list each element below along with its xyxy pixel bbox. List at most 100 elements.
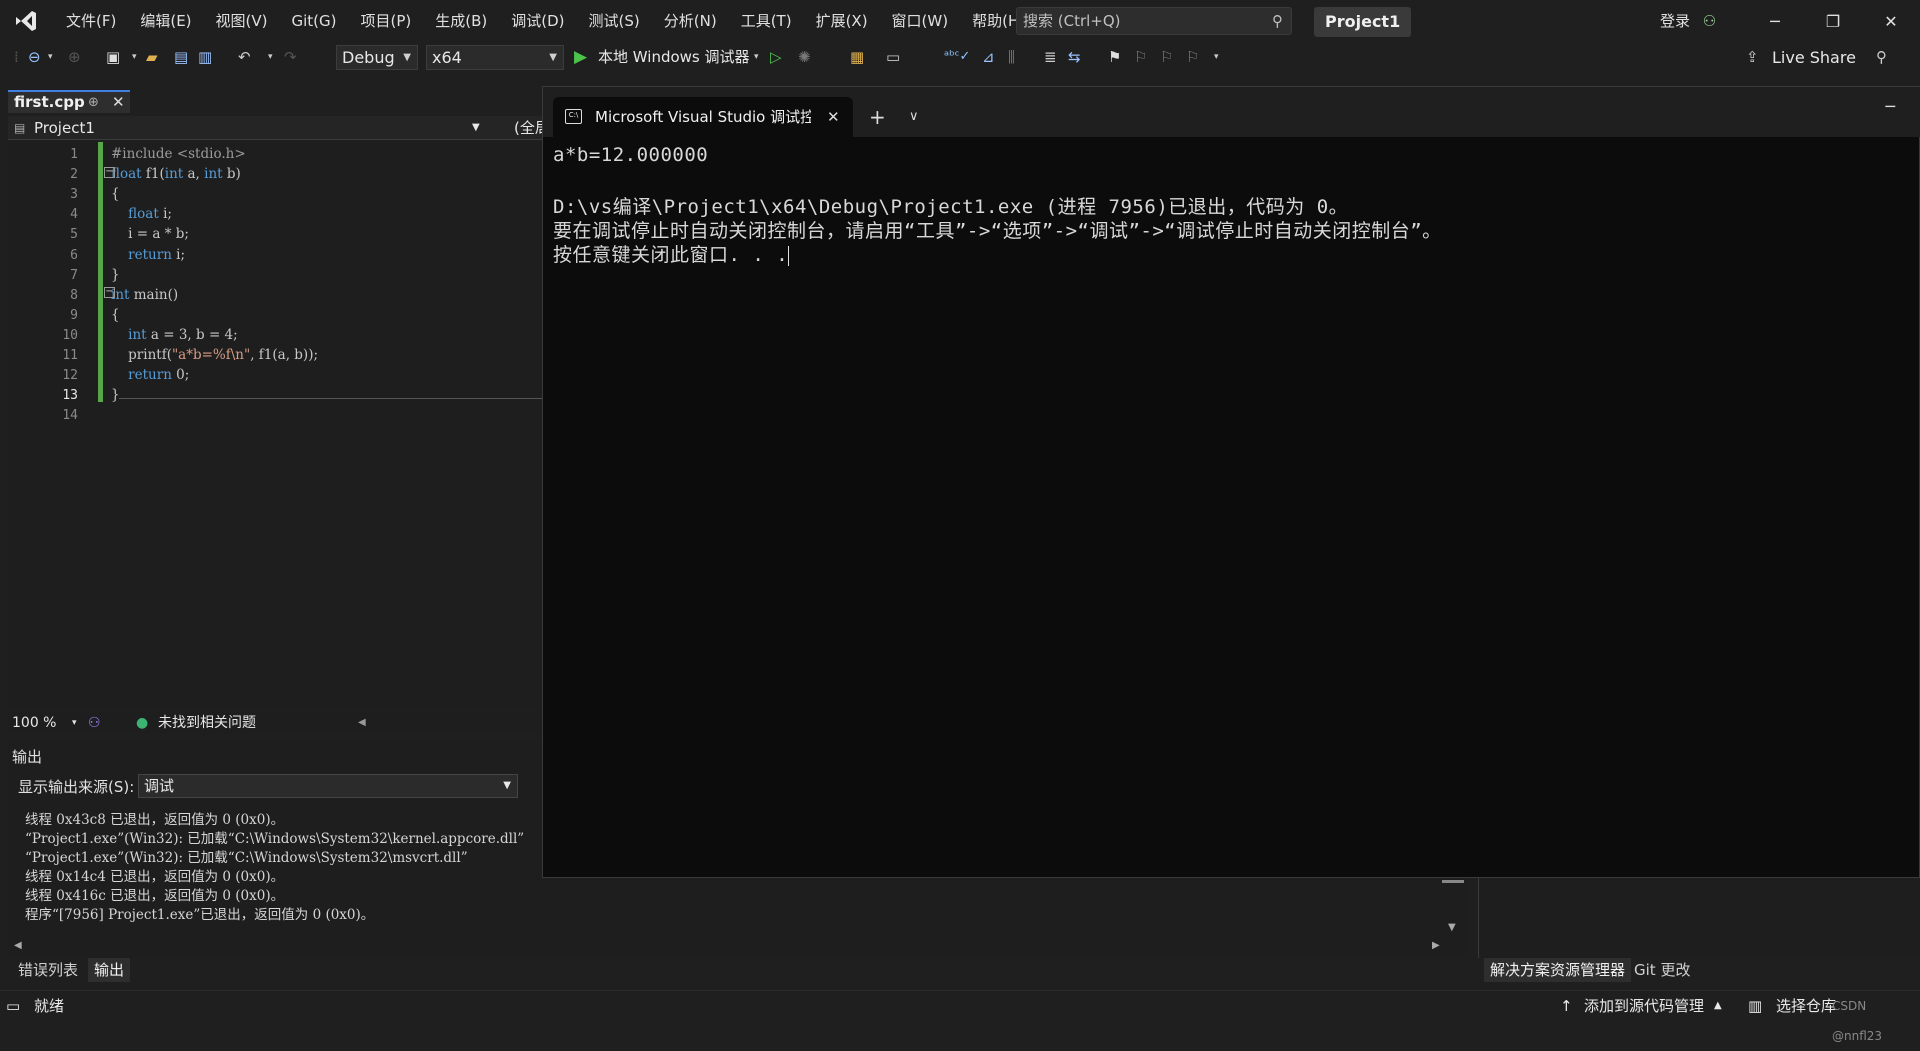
spellcheck-icon[interactable]: ᵃᵇᶜ✓ xyxy=(944,46,970,68)
scroll-left-icon[interactable]: ◀ xyxy=(358,712,366,734)
close-window-button[interactable]: ✕ xyxy=(1862,0,1920,42)
menu-item[interactable]: 生成(B) xyxy=(423,0,499,42)
tab-output[interactable]: 输出 xyxy=(88,958,131,982)
bookmark-icon[interactable]: ⚑ xyxy=(1108,46,1121,68)
run-debugger-button[interactable]: 本地 Windows 调试器 xyxy=(598,45,750,70)
fold-main-icon[interactable]: − xyxy=(104,287,115,298)
console-tab[interactable]: C:\ Microsoft Visual Studio 调试控制台 ✕ xyxy=(553,97,853,137)
hot-reload-icon[interactable]: ✺ xyxy=(798,46,811,68)
back-icon[interactable]: ⊖ xyxy=(28,46,41,68)
code-line[interactable]: float i; xyxy=(111,206,172,222)
vscroll-thumb[interactable] xyxy=(1442,880,1464,883)
hscroll-right-icon[interactable]: ▶ xyxy=(1432,940,1440,951)
code-editor[interactable]: 1 2 3 4 5 6 7 8 9 10 11 12 13 14 xyxy=(8,142,542,710)
zoom-select[interactable]: 100 % xyxy=(12,712,56,734)
scroll-down-icon[interactable]: ▼ xyxy=(1448,922,1456,933)
account-icon[interactable]: ⚇ xyxy=(1703,12,1716,30)
close-tab-icon[interactable]: ✕ xyxy=(112,92,125,113)
align-icon[interactable]: ⫼ xyxy=(1008,46,1015,68)
code-line[interactable]: int main() xyxy=(111,287,178,303)
feedback-icon[interactable]: ⚲ xyxy=(1876,46,1887,68)
bookmark-next-icon[interactable]: ⚐ xyxy=(1160,46,1173,68)
code-line[interactable]: printf("a*b=%f\n", f1(a, b)); xyxy=(111,347,318,363)
upload-icon[interactable]: ↑ xyxy=(1560,991,1573,1021)
toolbar-overflow-icon[interactable]: ▾ xyxy=(1214,46,1219,68)
select-repository[interactable]: 选择仓库 xyxy=(1776,991,1836,1021)
code-line[interactable]: #include <stdio.h> xyxy=(111,146,246,162)
console-minimize-button[interactable]: ─ xyxy=(1885,97,1895,116)
login-button[interactable]: 登录 ⚇ xyxy=(1660,0,1716,42)
tab-solution-explorer[interactable]: 解决方案资源管理器 xyxy=(1484,958,1632,982)
menu-item[interactable]: 项目(P) xyxy=(349,0,424,42)
menu-item[interactable]: Git(G) xyxy=(280,0,349,42)
bookmark-prev-icon[interactable]: ⚐ xyxy=(1134,46,1147,68)
platform-select[interactable]: x64 ▼ xyxy=(426,45,564,70)
repo-icon[interactable]: ▥ xyxy=(1748,991,1762,1021)
start-without-debug-icon[interactable]: ▷ xyxy=(770,46,782,68)
open-folder-icon[interactable]: ▰ xyxy=(146,46,158,68)
hscroll-left-icon[interactable]: ◀ xyxy=(14,940,22,951)
new-tab-icon[interactable]: + xyxy=(869,97,886,137)
live-share-button[interactable]: Live Share xyxy=(1772,45,1856,70)
tab-first-cpp[interactable]: first.cpp ⊕ ✕ xyxy=(8,90,130,113)
menu-item[interactable]: 视图(V) xyxy=(204,0,280,42)
code-line[interactable]: i = a * b; xyxy=(111,226,189,242)
menu-item[interactable]: 分析(N) xyxy=(652,0,729,42)
select-tool-icon[interactable]: ⊿ xyxy=(982,46,995,68)
search-icon[interactable]: ⚲ xyxy=(1272,8,1283,34)
add-to-source-control[interactable]: 添加到源代码管理 xyxy=(1584,991,1704,1021)
menu-item[interactable]: 文件(F) xyxy=(54,0,128,42)
output-source-select[interactable]: 调试 ▼ xyxy=(138,774,518,798)
menu-item[interactable]: 窗口(W) xyxy=(880,0,961,42)
fold-f1-icon[interactable]: − xyxy=(104,167,115,178)
code-line[interactable]: return i; xyxy=(111,247,185,263)
nav-scope-select[interactable]: (全局 xyxy=(514,116,542,140)
minimize-button[interactable]: ─ xyxy=(1746,0,1804,42)
indent-icon[interactable]: ≣ xyxy=(1044,46,1057,68)
save-all-icon[interactable]: ▥ xyxy=(198,46,212,68)
code-line[interactable]: { xyxy=(111,307,120,323)
zoom-dropdown-icon[interactable]: ▾ xyxy=(72,712,77,734)
run-dropdown-icon[interactable]: ▾ xyxy=(754,46,759,68)
tab-dropdown-icon[interactable]: ∨ xyxy=(909,97,919,137)
add-source-arrow-icon[interactable]: ▲ xyxy=(1714,991,1722,1021)
undo-dropdown-icon[interactable]: ▾ xyxy=(268,46,273,68)
back-dropdown-icon[interactable]: ▾ xyxy=(48,46,53,68)
code-line[interactable]: float f1(int a, int b) xyxy=(111,166,241,182)
menu-item[interactable]: 调试(D) xyxy=(499,0,576,42)
window-layout-icon[interactable]: ▭ xyxy=(886,46,900,68)
code-line[interactable]: return 0; xyxy=(111,367,189,383)
menu-item[interactable]: 扩展(X) xyxy=(804,0,880,42)
solution-explorer-icon[interactable]: ▦ xyxy=(850,46,864,68)
code-line[interactable]: } xyxy=(111,267,120,283)
code-line[interactable]: { xyxy=(111,186,120,202)
bookmark-clear-icon[interactable]: ⚐ xyxy=(1186,46,1199,68)
search-box[interactable]: 搜索 (Ctrl+Q) ⚲ xyxy=(1016,7,1292,35)
menu-item[interactable]: 编辑(E) xyxy=(128,0,203,42)
code-line[interactable]: } xyxy=(111,387,120,403)
menu-item[interactable]: 工具(T) xyxy=(729,0,804,42)
restore-button[interactable]: ❐ xyxy=(1804,0,1862,42)
nav-project-select[interactable]: Project1 xyxy=(34,116,95,140)
comment-icon[interactable]: ⇆ xyxy=(1068,46,1081,68)
intellicode-icon[interactable]: ⚇ xyxy=(88,712,101,734)
tab-error-list[interactable]: 错误列表 xyxy=(12,958,84,982)
new-dropdown-icon[interactable]: ▾ xyxy=(132,46,137,68)
tab-git-changes[interactable]: Git 更改 xyxy=(1628,958,1696,982)
live-share-icon[interactable]: ⇪ xyxy=(1746,46,1759,68)
redo-icon[interactable]: ↷ xyxy=(284,46,297,68)
undo-icon[interactable]: ↶ xyxy=(238,46,251,68)
config-select[interactable]: Debug ▼ xyxy=(336,45,418,70)
new-item-icon[interactable]: ▣ xyxy=(106,46,120,68)
nav-dropdown-icon[interactable]: ▼ xyxy=(472,116,480,140)
save-icon[interactable]: ▤ xyxy=(174,46,188,68)
start-debug-icon[interactable]: ▶ xyxy=(574,46,587,68)
vs-logo-icon[interactable] xyxy=(0,0,52,42)
issues-label[interactable]: 未找到相关问题 xyxy=(158,712,256,734)
menu-item[interactable]: 测试(S) xyxy=(577,0,652,42)
code-line[interactable]: int a = 3, b = 4; xyxy=(111,327,238,343)
pin-icon[interactable]: ⊕ xyxy=(88,92,99,113)
output-hscroll[interactable]: ◀ ▶ xyxy=(8,940,1444,954)
forward-icon[interactable]: ⊕ xyxy=(68,46,81,68)
close-console-tab-icon[interactable]: ✕ xyxy=(827,97,840,137)
